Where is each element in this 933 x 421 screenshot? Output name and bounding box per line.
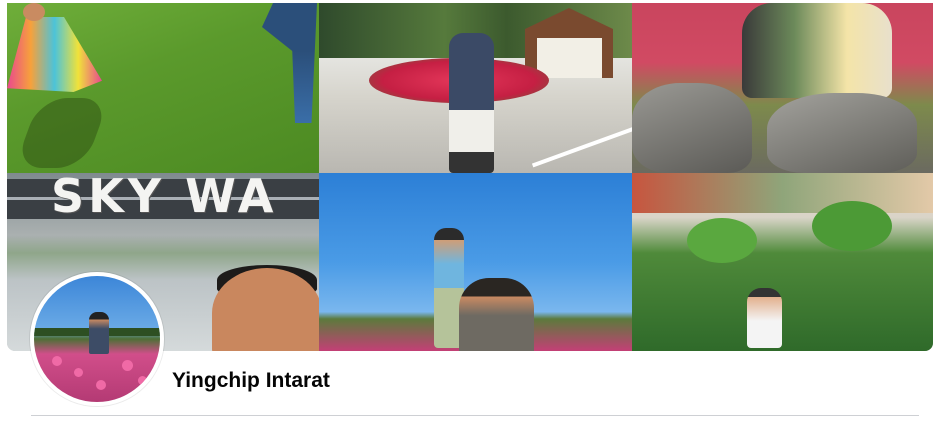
cover-photo-plants[interactable] xyxy=(632,173,933,351)
running-person-shape xyxy=(262,3,317,123)
flower-shape xyxy=(122,360,133,371)
man-shape xyxy=(449,33,494,173)
building-wall-shape xyxy=(537,38,602,78)
selfie-face-shape xyxy=(212,268,319,351)
cover-photo-flowerbed[interactable] xyxy=(319,3,632,173)
skywalk-sign-text: SKY WA xyxy=(51,173,278,223)
road-line-shape xyxy=(531,122,632,168)
flower-shape xyxy=(138,376,147,385)
person-shape xyxy=(89,312,109,354)
man-shape xyxy=(782,233,867,351)
father-shape xyxy=(459,278,534,351)
cover-photo-lawn[interactable] xyxy=(7,3,319,173)
rock-shape xyxy=(632,83,752,173)
profile-avatar[interactable] xyxy=(30,272,164,406)
flower-shape xyxy=(52,356,62,366)
divider xyxy=(31,415,919,416)
flower-shape xyxy=(74,368,83,377)
flower-shape xyxy=(96,380,106,390)
cover-photo-rocks[interactable] xyxy=(632,3,933,173)
people-shape xyxy=(742,3,892,98)
shadow-shape xyxy=(14,98,110,168)
roof-shape xyxy=(632,173,933,213)
profile-name[interactable]: Yingchip Intarat xyxy=(172,369,330,393)
child-shape xyxy=(747,288,782,348)
colorful-dress-shape xyxy=(7,17,102,92)
leaf-shape xyxy=(687,218,757,263)
cover-photo-sky-lift[interactable] xyxy=(319,173,632,351)
child-head-shape xyxy=(23,3,45,21)
rock-shape xyxy=(767,93,917,173)
